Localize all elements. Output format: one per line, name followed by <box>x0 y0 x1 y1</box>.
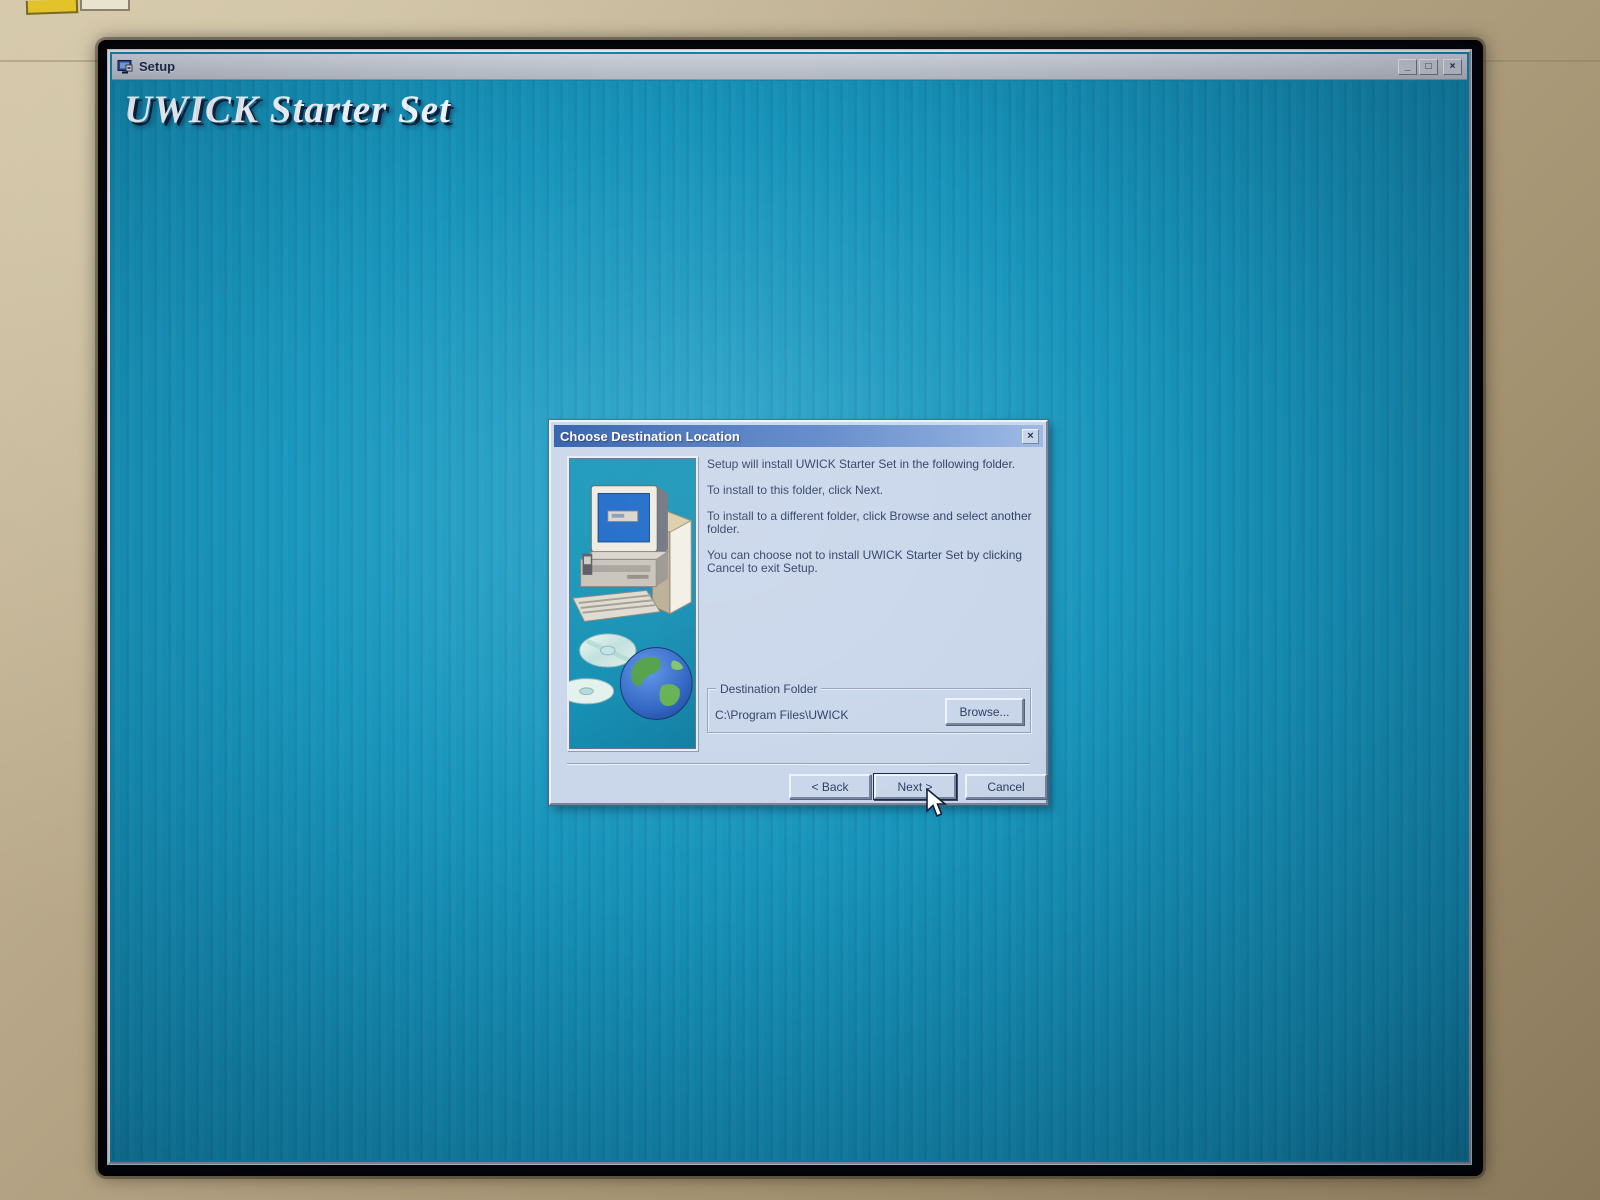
instruction-paragraph: To install to a different folder, click … <box>707 510 1045 536</box>
window-titlebar[interactable]: Setup _ □ × <box>112 54 1467 80</box>
destination-dialog: Choose Destination Location × <box>549 420 1048 805</box>
keyboard-graphic <box>573 590 660 621</box>
maximize-icon[interactable]: □ <box>1419 59 1438 75</box>
bezel-sticker-light <box>80 0 130 11</box>
setup-app-icon <box>117 59 133 75</box>
monitor-graphic <box>591 486 668 558</box>
crt-screen: Setup _ □ × UWICK Starter Set Choose Des… <box>98 40 1483 1176</box>
minimize-icon[interactable]: _ <box>1398 59 1417 75</box>
product-heading: UWICK Starter Set <box>124 87 451 132</box>
dialog-close-icon[interactable]: × <box>1022 429 1039 444</box>
wizard-button-row: < Back Next > Cancel <box>551 774 1046 800</box>
installer-graphic-panel <box>567 456 698 751</box>
installer-instructions: Setup will install UWICK Starter Set in … <box>707 458 1045 588</box>
bezel-sticker-yellow <box>26 0 78 15</box>
instruction-paragraph: You can choose not to install UWICK Star… <box>707 549 1045 575</box>
button-separator <box>567 763 1030 765</box>
globe-graphic <box>620 648 692 720</box>
monitor-bezel: { "bezel": { "sticker_yellow": "yellow-l… <box>0 0 1600 1200</box>
dialog-title: Choose Destination Location <box>560 429 1022 444</box>
instruction-paragraph: To install to this folder, click Next. <box>707 484 1045 497</box>
close-icon[interactable]: × <box>1443 59 1462 75</box>
window-title: Setup <box>139 59 1392 74</box>
destination-folder-group: Destination Folder C:\Program Files\UWIC… <box>707 688 1031 733</box>
dialog-titlebar[interactable]: Choose Destination Location × <box>554 425 1043 447</box>
back-button[interactable]: < Back <box>789 774 871 799</box>
system-unit-graphic <box>581 552 668 587</box>
destination-path: C:\Program Files\UWICK <box>715 708 848 722</box>
cancel-button[interactable]: Cancel <box>965 774 1047 799</box>
mouse-cursor <box>925 788 949 818</box>
installer-graphic <box>569 458 696 749</box>
destination-folder-label: Destination Folder <box>716 682 821 696</box>
browse-button[interactable]: Browse... <box>945 698 1024 725</box>
instruction-paragraph: Setup will install UWICK Starter Set in … <box>707 458 1045 471</box>
